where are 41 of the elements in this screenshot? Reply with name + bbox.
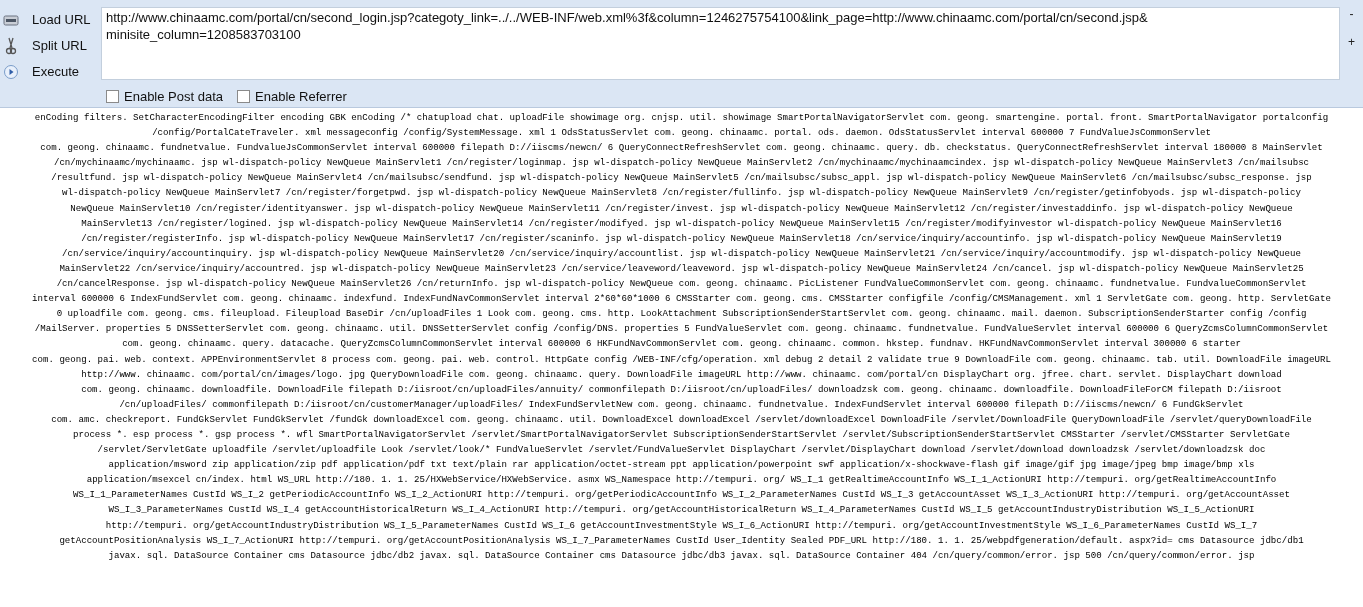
response-text-line: 0 uploadfile com. geong. cms. fileupload. Fileupload BaseDir /cn/uploadFiles 1 Look com. geong. cms. http. LookAttachment SubscriptionSenderStartServlet com. geong. chinaamc. mail. daemon. SubscriptionSenderStarter config /config — [56, 307, 1307, 322]
response-text-line: application/msexcel cn/index. html WS_URL http://180. 1. 1. 25/HXWebService/HXWebService. asmx WS_Namespace http://tempuri. org/ WS_I_1 getRealtimeAccountInfo WS_I_1_ActionURI http://tempuri. org/getRealtimeAccountInfo — [86, 473, 1277, 488]
option-checkbox[interactable]: Enable Referrer — [237, 87, 347, 107]
response-text-line: javax. sql. DataSource Container cms Datasource jdbc/db2 javax. sql. DataSource Container cms Datasource jdbc/db3 javax. sql. DataSource Container 404 /cn/query/common/error. jsp 500 /cn/query/common/error. jsp — [108, 548, 1255, 563]
response-text-line: process *. esp process *. gsp process *. wfl SmartPortalNavigatorServlet /servlet/SmartPortalNavigatorServlet SubscriptionSenderStartServlet /servlet/SubscriptionSenderStartServlet CMSStarter /servlet/CMSStarter ServletGate — [73, 427, 1290, 442]
resize-button[interactable]: + — [1346, 36, 1357, 48]
play-icon — [4, 65, 18, 79]
resize-button[interactable]: - — [1347, 8, 1356, 20]
response-text-line: http://tempuri. org/getAccountIndustryDistribution WS_I_5_ParameterNames CustId WS_I_6 getAccountInvestmentStyle WS_I_6_ActionURI http://tempuri. org/getAccountInvestmentStyle WS_I_6_ParameterNames CustId WS_I_7 — [105, 518, 1258, 533]
response-text-line: wl-dispatch-policy NewQueue MainServlet7 /cn/register/forgetpwd. jsp wl-dispatch-policy NewQueue MainServlet8 /cn/register/fullinfo. jsp wl-dispatch-policy NewQueue MainServlet9 /cn/register/getinfobyods. jsp wl-dispatch-policy — [62, 186, 1301, 201]
response-text-line: /cn/mychinaamc/mychinaamc. jsp wl-dispatch-policy NewQueue MainServlet1 /cn/register/loginmap. jsp wl-dispatch-policy NewQueue MainServlet2 /cn/mychinaamc/mychinaamcindex. jsp wl-dispatch-policy NewQueue MainServlet3 /cn/mailsubsc — [53, 156, 1310, 171]
response-text-line: MainServlet13 /cn/register/logined. jsp wl-dispatch-policy NewQueue MainServlet14 /cn/register/modifyed. jsp wl-dispatch-policy NewQueue MainServlet15 /cn/register/modifyinvestor wl-dispatch-policy NewQueue MainServlet16 — [81, 216, 1282, 231]
response-text-line: WS_I_1_ParameterNames CustId WS_I_2 getPeriodicAccountInfo WS_I_2_ActionURI http://tempuri. org/getPeriodicAccountInfo WS_I_2_ParameterNames CustId WS_I_3 getAccountAsset WS_I_3_ActionURI http://tempuri. org/getAccountAsset — [73, 488, 1290, 503]
response-text-line: /cn/service/inquiry/accountinquiry. jsp wl-dispatch-policy NewQueue MainServlet20 /cn/service/inquiry/accountlist. jsp wl-dispatch-policy NewQueue MainServlet21 /cn/service/inquiry/accountmodify. jsp wl-dispatch-policy NewQueue — [62, 246, 1301, 261]
option-checkbox[interactable]: Enable Post data — [106, 87, 224, 107]
response-text-line: com. geong. chinaamc. fundnetvalue. FundvalueJsCommonServlet interval 600000 filepath D://iiscms/newcn/ 6 QueryConnectRefreshServlet com. geong. chinaamc. query. db. checkstatus. QueryConnectRefreshServlet interval 180000 8 MainServlet — [40, 141, 1323, 156]
response-text-line: MainServlet22 /cn/service/inquiry/accountred. jsp wl-dispatch-policy NewQueue MainServlet23 /cn/service/leaveword/leaveword. jsp wl-dispatch-policy NewQueue MainServlet24 /cn/cancel. jsp wl-dispatch-policy NewQueue MainServlet25 — [59, 261, 1304, 276]
response-text-line: com. amc. checkreport. FundGkServlet FundGkServlet /fundGk downloadExcel com. geong. chinaamc. util. DownloadExcel downloadExcel /servlet/downloadExcel DownloadFile /servlet/DownloadFile QueryDownloadFile /servlet/queryDownloadFile — [51, 412, 1312, 427]
response-text-line: /cn/cancelResponse. jsp wl-dispatch-policy NewQueue MainServlet26 /cn/returnInfo. jsp wl-dispatch-policy NewQueue com. geong. chinaamc. PicListener FundValueCommonServlet com. geong. chinaamc. fundnetvalue. FundvalueCommonServlet — [56, 277, 1307, 292]
response-text-line: http://www. chinaamc. com/portal/cn/images/logo. jpg QueryDownloadFile com. geong. chinaamc. query. DownloadFile imageURL http://www. chinaamc. com/portal/cn DisplayChart org. jfree. chart. servlet. DisplayChart download — [81, 367, 1282, 382]
response-text-line: /config/PortalCateTraveler. xml messageconfig /config/SystemMessage. xml 1 OdsStatusServlet com. geong. chinaamc. portal. ods. daemon. OdsStatusServlet interval 600000 7 FundValueJsCommonServlet — [152, 126, 1211, 141]
toolbar-button[interactable]: Execute — [0, 59, 101, 85]
response-text-line: /MailServer. properties 5 DNSSetterServlet com. geong. chinaamc. util. DNSSetterServlet config /config/DNS. properties 5 FundValueServlet com. geong. chinaamc. fundnetvalue. FundValueServlet interval 600000 6 QueryZcmsColumnCommonServlet — [34, 322, 1329, 337]
toolbar-button[interactable]: Load URL — [0, 7, 101, 33]
drive-icon — [3, 13, 19, 27]
response-text-line: application/msword zip application/zip pdf application/pdf txt text/plain rar application/octet-stream ppt application/powerpoint swf application/x-shockwave-flash gif image/gif jpg image/jpeg bmp image/bmp xls — [108, 458, 1255, 473]
response-text-line: NewQueue MainServlet10 /cn/register/identityanswer. jsp wl-dispatch-policy NewQueue MainServlet11 /cn/register/invest. jsp wl-dispatch-policy NewQueue MainServlet12 /cn/register/investaddinfo. jsp wl-dispatch-policy NewQueue — [70, 201, 1293, 216]
scissors-icon — [5, 37, 17, 55]
response-text-line: com. geong. chinaamc. downloadfile. DownloadFile filepath D:/iisroot/cn/uploadFiles/annuity/ commonfilepath D:/iisroot/cn/uploadFiles/ downloadzsk com. geong. chinaamc. downloadfile. DownloadFileForCM filepath D:/iisroot — [81, 382, 1282, 397]
response-text-line: /cn/register/registerInfo. jsp wl-dispatch-policy NewQueue MainServlet17 /cn/register/scaninfo. jsp wl-dispatch-policy NewQueue MainServlet18 /cn/service/inquiry/accountinfo. jsp wl-dispatch-policy NewQueue MainServlet19 — [81, 231, 1282, 246]
response-text-line: com. geong. pai. web. context. APPEnvironmentServlet 8 process com. geong. pai. web. control. HttpGate config /WEB-INF/cfg/operation. xml debug 2 detail 2 validate true 9 DownloadFile com. geong. chinaamc. tab. util. DownloadFile imageURL — [32, 352, 1331, 367]
response-text-line: interval 600000 6 IndexFundServlet com. geong. chinaamc. indexfund. IndexFundNavCommonServlet interval 2*60*60*1000 6 CMSStarter com. geong. cms. CMSStarter configfile /config/CMSManagement. xml 1 ServletGate com. geong. http. ServletGate — [32, 292, 1331, 307]
response-text-line: WS_I_3_ParameterNames CustId WS_I_4 getAccountHistoricalReturn WS_I_4_ActionURI http://tempuri. org/getAccountHistoricalReturn WS_I_4_ParameterNames CustId WS_I_5 getAccountIndustryDistribution WS_I_5_ActionURI — [108, 503, 1255, 518]
response-text-line: /resultfund. jsp wl-dispatch-policy NewQueue MainServlet4 /cn/mailsubsc/sendfund. jsp wl-dispatch-policy NewQueue MainServlet5 /cn/mailsubsc/subsc_appl. jsp wl-dispatch-policy NewQueue MainServlet6 /cn/mailsubsc/subsc_response. jsp — [51, 171, 1312, 186]
url-field[interactable]: http://www.chinaamc.com/portal/cn/second_login.jsp?categoty_link=../../WEB-INF/web.xml%3f&column=1246275754100&link_page=http://www.chinaamc.com/portal/cn/second.jsp& minisite_column=1208583703100 — [101, 7, 1340, 80]
response-text-line: /cn/uploadFiles/ commonfilepath D:/iisroot/cn/customerManager/uploadFiles/ IndexFundServletNew com. geong. chinaamc. fundnetvalue. IndexFundServlet interval 600000 filepath D://iiscms/newcn/ 6 FundGkServlet — [119, 397, 1244, 412]
response-text-line: enCoding filters. SetCharacterEncodingFilter encoding GBK enCoding /* chatupload chat. uploadFile showimage org. cnjsp. util. showimage SmartPortalNavigatorServlet com. geong. smartengine. portal. front. SmartPortalNavigator portalconfig — [34, 111, 1329, 125]
response-text-line: /servlet/ServletGate uploadfile /servlet/uploadfile Look /servlet/look/* FundValueServlet /servlet/FundValueServlet DisplayChart /servlet/DisplayChart download /servlet/download downloadzsk /servlet/downloadzsk doc — [97, 443, 1266, 458]
response-text-line: com. geong. chinaamc. query. datacache. QueryZcmsColumnCommonServlet interval 600000 6 HKFundNavCommonServlet com. geong. chinaamc. common. hkstep. fundnav. HKFundNavCommonServlet interval 300000 6 starter — [122, 337, 1241, 352]
response-text-line: getAccountPositionAnalysis WS_I_7_ActionURI http://tempuri. org/getAccountPositionAnalysis WS_I_7_ParameterNames CustId User_Identity Sealed PDF_URL http://180. 1. 1. 25/webpdfgeneration/default. aspx?id= cms Datasource jdbc/db1 — [59, 533, 1304, 548]
toolbar-button[interactable]: Split URL — [0, 33, 101, 59]
